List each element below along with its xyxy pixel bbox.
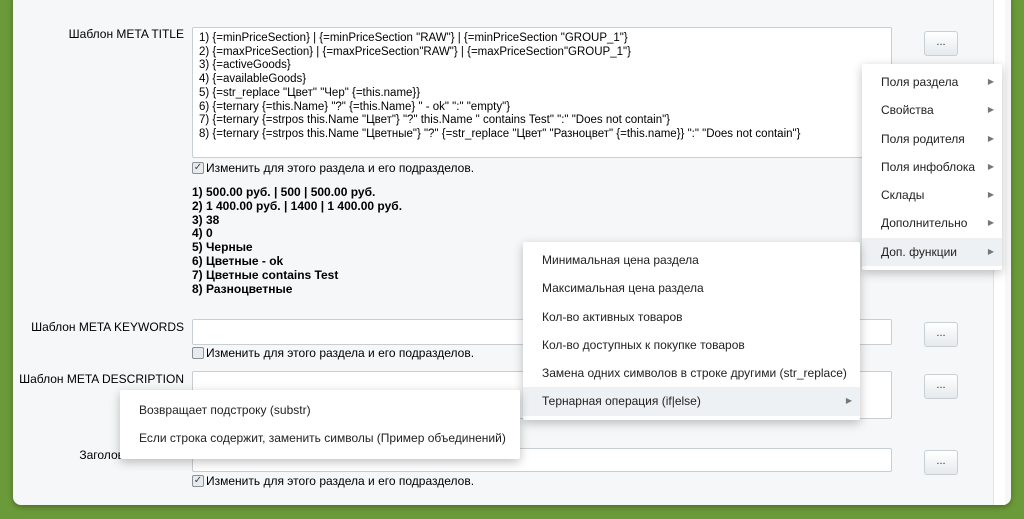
chevron-right-icon: ▶ [987,190,994,200]
heading-checkbox-row[interactable]: ✓ Изменить для этого раздела и его подраз… [192,474,474,488]
keywords-insert-button[interactable]: ... [924,322,958,347]
menu-item-stores[interactable]: Склады ▶ [862,181,1002,209]
menu-item-contains-replace[interactable]: Если строка содержит, заменить символы (… [120,424,520,452]
menu-item-str-replace[interactable]: Замена одних символов в строке другими (… [523,359,860,387]
menu-item-label: Доп. функции [881,244,957,259]
menu-item-label: Кол-во доступных к покупке товаров [542,337,745,352]
menu-item-label: Тернарная операция (if|else) [542,394,701,409]
preview-line: 7) Цветные contains Test [192,267,339,282]
menu-item-label: Замена одних символов в строке другими (… [542,366,847,381]
line: 3) {=activeGoods} [199,59,291,72]
title-preview: 1) 500.00 руб. | 500 | 500.00 руб. 2) 1 4… [192,185,403,296]
preview-line: 3) 38 [192,212,220,227]
menu-item-label: Поля инфоблока [881,159,976,174]
menu-item-label: Свойства [881,103,934,118]
checkbox-label: Изменить для этого раздела и его подразд… [206,161,475,175]
checkbox-label: Изменить для этого раздела и его подразд… [206,474,475,488]
menu-item-label: Минимальная цена раздела [542,253,699,267]
description-insert-button[interactable]: ... [924,374,958,399]
menu-item-label: Дополнительно [881,216,968,231]
functions-submenu: Минимальная цена раздела Максимальная це… [523,242,860,420]
chevron-right-icon: ▶ [987,133,994,143]
meta-keywords-label: Шаблон META KEYWORDS [31,320,184,334]
menu-item-label: Максимальная цена раздела [542,281,704,296]
menu-item-label: Поля раздела [881,75,959,89]
preview-line: 4) 0 [192,226,213,241]
chevron-right-icon: ▶ [987,161,994,171]
meta-title-label: Шаблон META TITLE [68,27,184,41]
line: 1) {=minPriceSection} | {=minPriceSectio… [199,32,628,44]
meta-description-label: Шаблон META DESCRIPTION [19,372,184,386]
line: 4) {=availableGoods} [199,73,307,86]
menu-item-label: Возвращает подстроку (substr) [139,403,311,417]
title-checkbox-row[interactable]: ✓ Изменить для этого раздела и его подраз… [192,161,474,175]
menu-item-label: Поля родителя [881,131,965,146]
meta-title-textarea[interactable]: 1) {=minPriceSection} | {=minPriceSectio… [192,27,892,158]
chevron-right-icon: ▶ [987,246,994,256]
menu-item-label: Кол-во активных товаров [542,309,683,324]
chevron-right-icon: ▶ [987,105,994,115]
menu-item-extra-functions[interactable]: Доп. функции ▶ [862,237,1002,267]
line: 8) {=ternary {=strpos this.Name "Цветные… [199,127,801,140]
menu-item-properties[interactable]: Свойства ▶ [862,96,1002,124]
menu-item-available-goods[interactable]: Кол-во доступных к покупке товаров [523,331,860,359]
preview-line: 1) 500.00 руб. | 500 | 500.00 руб. [192,185,376,199]
heading-insert-button[interactable]: ... [924,450,958,475]
menu-item-label: Склады [881,188,925,203]
menu-item-parent-fields[interactable]: Поля родителя ▶ [862,125,1002,153]
menu-item-ternary[interactable]: Тернарная операция (if|else) ▶ [523,387,860,416]
insert-menu: Поля раздела ▶ Свойства ▶ Поля родителя ▶ П… [862,64,1002,271]
checkbox-label: Изменить для этого раздела и его подразд… [206,346,475,360]
checkbox-unchecked[interactable] [192,347,204,359]
preview-line: 5) Черные [192,240,253,255]
line: 6) {=ternary {=this.Name} "?" {=this.Nam… [199,100,511,113]
menu-item-substr[interactable]: Возвращает подстроку (substr) [120,396,520,424]
checkbox-checked[interactable]: ✓ [192,162,204,174]
heading-label: Заголов [79,448,124,462]
menu-item-section-fields[interactable]: Поля раздела ▶ [862,68,1002,96]
checkbox-checked[interactable]: ✓ [192,475,204,487]
menu-item-min-price[interactable]: Минимальная цена раздела [523,246,860,274]
ternary-submenu: Возвращает подстроку (substr) Если строк… [120,390,520,459]
line: 2) {=maxPriceSection} | {=maxPriceSectio… [199,45,631,58]
preview-line: 6) Цветные - ok [192,253,284,268]
menu-item-additional[interactable]: Дополнительно ▶ [862,209,1002,237]
chevron-right-icon: ▶ [987,218,994,228]
chevron-right-icon: ▶ [987,77,994,86]
menu-item-active-goods[interactable]: Кол-во активных товаров [523,303,860,331]
menu-item-iblock-fields[interactable]: Поля инфоблока ▶ [862,153,1002,181]
menu-item-label: Если строка содержит, заменить символы (… [139,431,506,446]
preview-line: 2) 1 400.00 руб. | 1400 | 1 400.00 руб. [192,198,403,213]
keywords-checkbox-row[interactable]: Изменить для этого раздела и его подразд… [192,346,474,360]
title-insert-button[interactable]: ... [924,31,958,56]
preview-line: 8) Разноцветные [192,281,293,296]
line: 5) {=str_replace "Цвет" "Чер" {=this.nam… [199,86,421,99]
chevron-right-icon: ▶ [845,396,852,406]
menu-item-max-price[interactable]: Максимальная цена раздела [523,274,860,302]
line: 7) {=ternary {=strpos this.Name "Цвет"} … [199,114,671,127]
